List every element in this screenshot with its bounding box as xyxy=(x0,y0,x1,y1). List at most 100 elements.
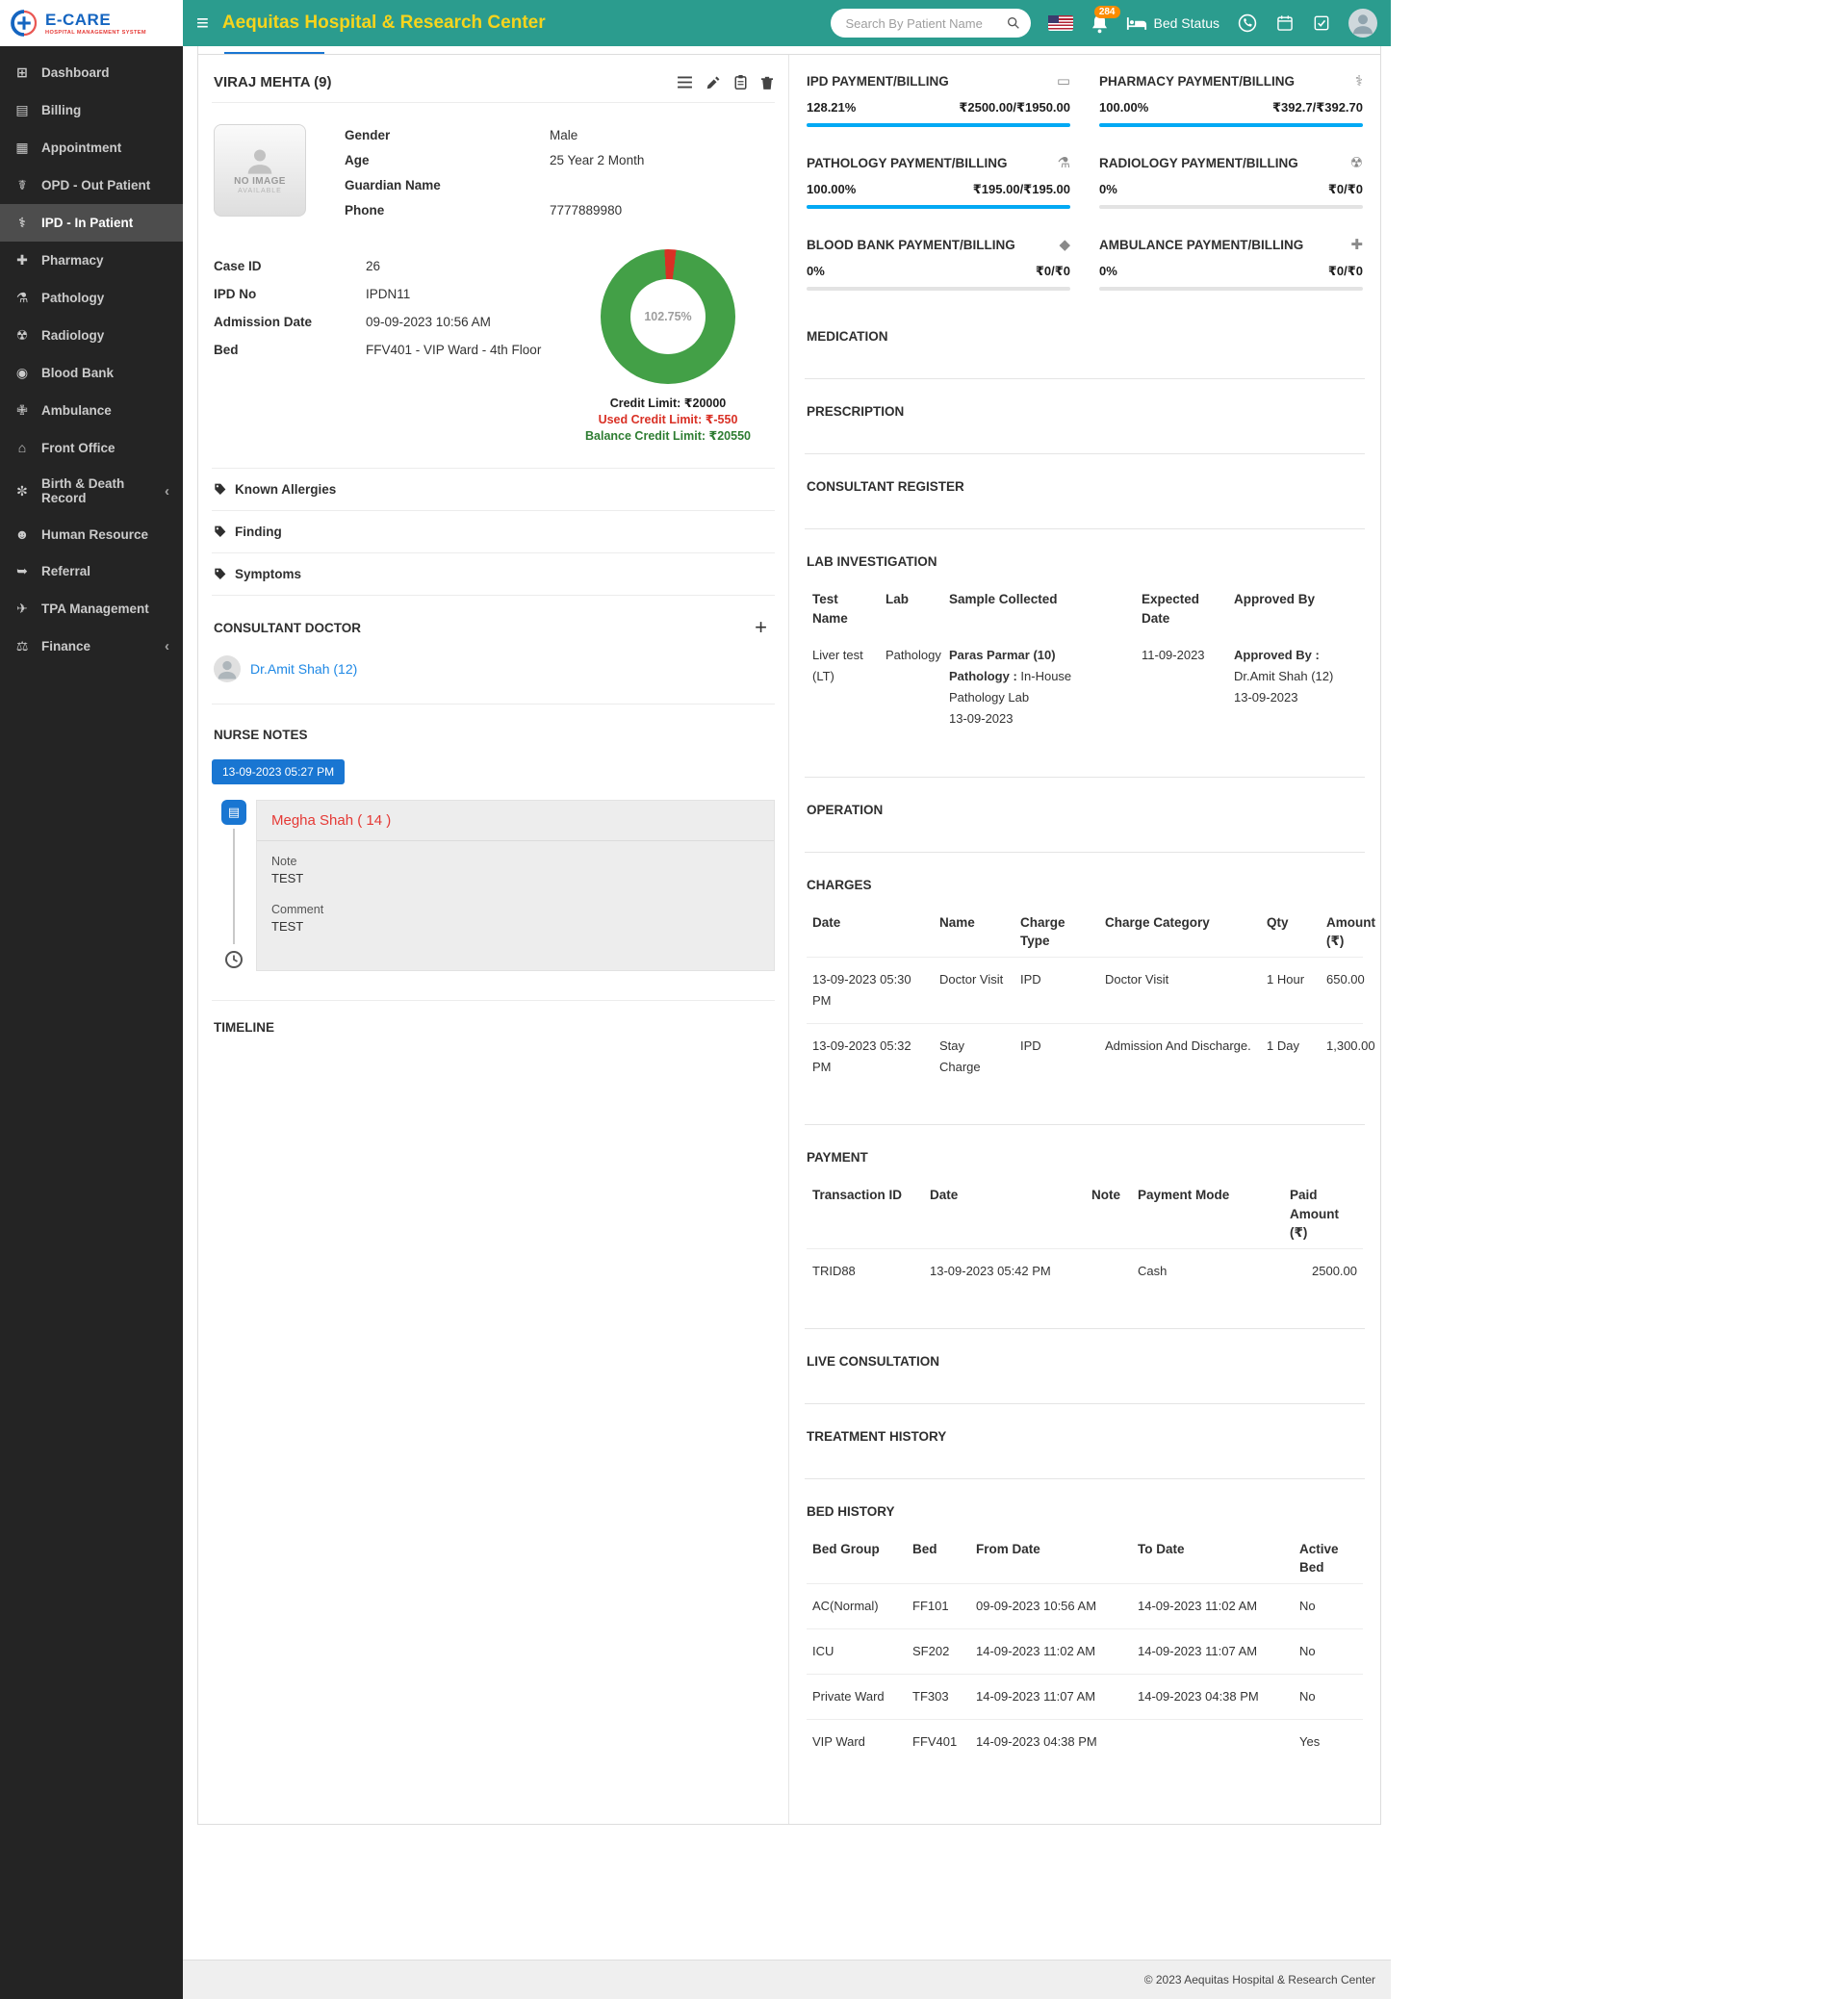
collapsible-section-label: Known Allergies xyxy=(235,482,336,497)
consultant-doctor-title: CONSULTANT DOCTOR xyxy=(214,621,361,635)
bed-history-row: AC(Normal)FF10109-09-2023 10:56 AM 14-09… xyxy=(807,1583,1363,1628)
sidebar-item[interactable]: ▦ Appointment xyxy=(0,129,183,167)
sidebar-item-label: Human Resource xyxy=(41,527,148,542)
sidebar-item-icon: ✼ xyxy=(13,483,31,500)
billing-card-icon: ☢ xyxy=(1350,154,1363,171)
sidebar-item[interactable]: ⌂ Front Office xyxy=(0,429,183,466)
tasks-check-icon[interactable] xyxy=(1312,13,1331,33)
sidebar-item[interactable]: ⚕ IPD - In Patient xyxy=(0,204,183,242)
add-consultant-button[interactable]: + xyxy=(749,617,773,638)
collapsible-section-row[interactable]: Known Allergies xyxy=(212,469,775,511)
sidebar-item[interactable]: ◉ Blood Bank xyxy=(0,354,183,392)
sidebar-item[interactable]: ➥ Referral xyxy=(0,552,183,590)
sidebar-item[interactable]: ☤ OPD - Out Patient xyxy=(0,167,183,204)
bed-history-table: Bed Group Bed From Date To Date Active B… xyxy=(807,1534,1363,1765)
section-medication: MEDICATION xyxy=(805,304,1365,379)
info-value xyxy=(550,178,773,192)
section-treatment-history: TREATMENT HISTORY xyxy=(805,1404,1365,1479)
collapsible-section-row[interactable]: Finding xyxy=(212,511,775,553)
sidebar-item-icon: ⚕ xyxy=(13,215,31,231)
billing-amount: ₹195.00/₹195.00 xyxy=(973,182,1070,197)
sidebar: E-CARE HOSPITAL MANAGEMENT SYSTEM ⊞ Dash… xyxy=(0,0,183,1999)
sidebar-item[interactable]: ✙ Ambulance xyxy=(0,392,183,429)
sidebar-item-icon: ▦ xyxy=(13,140,31,156)
top-header: ≡ Aequitas Hospital & Research Center 28… xyxy=(183,0,1391,46)
no-image-text: NO IMAGE xyxy=(234,176,286,187)
billing-percent: 0% xyxy=(1099,264,1117,279)
nurse-note-card: Megha Shah ( 14 ) Note TEST Comment TEST xyxy=(256,800,775,971)
case-value: IPDN11 xyxy=(366,287,563,301)
patient-menu-icon[interactable] xyxy=(678,76,692,89)
bed-status-button[interactable]: Bed Status xyxy=(1126,15,1220,31)
billing-card: AMBULANCE PAYMENT/BILLING ✚ 0% ₹0/₹0 xyxy=(1099,236,1363,291)
sidebar-item-label: Billing xyxy=(41,103,81,117)
chevron-collapse-icon: ‹ xyxy=(165,483,169,500)
sidebar-item-label: TPA Management xyxy=(41,602,149,616)
case-value: FFV401 - VIP Ward - 4th Floor xyxy=(366,343,563,357)
collapsible-section-row[interactable]: Symptoms xyxy=(212,553,775,596)
calendar-icon[interactable] xyxy=(1275,13,1295,33)
sidebar-item-label: IPD - In Patient xyxy=(41,216,133,230)
patient-name-title: VIRAJ MEHTA (9) xyxy=(214,74,332,90)
sidebar-item-icon: ⚖ xyxy=(13,638,31,654)
bed-icon xyxy=(1126,16,1147,31)
section-title-medication: MEDICATION xyxy=(807,329,1363,344)
case-detail-row: Admission Date 09-09-2023 10:56 AM xyxy=(214,315,563,329)
ecare-logo-icon xyxy=(10,9,38,38)
search-icon[interactable] xyxy=(1006,15,1021,31)
info-label: Age xyxy=(345,153,550,167)
bed-history-row: Private WardTF30314-09-2023 11:07 AM 14-… xyxy=(807,1675,1363,1720)
billing-card-title: BLOOD BANK PAYMENT/BILLING xyxy=(807,238,1015,252)
section-title-operation: OPERATION xyxy=(807,803,1363,817)
discharge-clipboard-icon[interactable] xyxy=(734,75,747,90)
delete-patient-icon[interactable] xyxy=(761,76,773,90)
collapsible-section-label: Symptoms xyxy=(235,567,301,581)
sidebar-item[interactable]: ▤ Billing xyxy=(0,91,183,129)
sidebar-item-label: Pathology xyxy=(41,291,104,305)
section-bed-history: BED HISTORY Bed Group Bed From Date To D… xyxy=(805,1479,1365,1800)
sidebar-item-label: Ambulance xyxy=(41,403,112,418)
billing-percent: 100.00% xyxy=(1099,100,1148,115)
balance-credit-text: Balance Credit Limit: ₹20550 xyxy=(563,428,773,445)
donut-ring: 102.75% xyxy=(601,249,735,384)
case-label: IPD No xyxy=(214,287,366,301)
sidebar-item-icon: ✈ xyxy=(13,601,31,617)
sidebar-item[interactable]: ✚ Pharmacy xyxy=(0,242,183,279)
sidebar-item-label: Blood Bank xyxy=(41,366,114,380)
sidebar-item-label: Appointment xyxy=(41,141,121,155)
section-title-payment: PAYMENT xyxy=(807,1150,1363,1165)
edit-patient-icon[interactable] xyxy=(706,76,720,90)
sidebar-item[interactable]: ⚖ Finance ‹ xyxy=(0,628,183,665)
sidebar-item[interactable]: ☢ Radiology xyxy=(0,317,183,354)
sidebar-item-icon: ✚ xyxy=(13,252,31,269)
info-label: Guardian Name xyxy=(345,178,550,192)
sidebar-item[interactable]: ☻ Human Resource xyxy=(0,516,183,552)
sidebar-item-label: Birth & Death Record xyxy=(41,476,154,505)
menu-toggle-icon[interactable]: ≡ xyxy=(196,13,209,34)
tag-icon xyxy=(214,525,226,538)
search-input[interactable] xyxy=(844,15,1006,32)
consultant-doctor-link[interactable]: Dr.Amit Shah (12) xyxy=(250,661,357,677)
sidebar-item[interactable]: ✈ TPA Management xyxy=(0,590,183,628)
case-detail-row: IPD No IPDN11 xyxy=(214,287,563,301)
donut-percent-label: 102.75% xyxy=(601,249,735,384)
user-avatar[interactable] xyxy=(1348,9,1377,38)
hospital-title: Aequitas Hospital & Research Center xyxy=(222,13,546,34)
logo[interactable]: E-CARE HOSPITAL MANAGEMENT SYSTEM xyxy=(0,0,183,46)
billing-amount: ₹0/₹0 xyxy=(1328,264,1363,279)
language-flag-icon[interactable] xyxy=(1048,15,1073,31)
sidebar-item[interactable]: ✼ Birth & Death Record ‹ xyxy=(0,466,183,516)
billing-percent: 128.21% xyxy=(807,100,856,115)
payment-table: Transaction ID Date Note Payment Mode Pa… xyxy=(807,1180,1363,1294)
case-value: 09-09-2023 10:56 AM xyxy=(366,315,563,329)
billing-progress-bar xyxy=(1099,287,1363,291)
notifications-button[interactable]: 284 xyxy=(1091,13,1109,34)
header-actions: 284 Bed Status xyxy=(831,9,1378,38)
billing-progress-bar xyxy=(1099,205,1363,209)
billing-card-icon: ◆ xyxy=(1059,236,1070,253)
whatsapp-icon[interactable] xyxy=(1237,13,1258,34)
sidebar-item[interactable]: ⊞ Dashboard xyxy=(0,54,183,91)
chevron-collapse-icon: ‹ xyxy=(165,638,169,654)
patient-info-grid: Gender Male Age 25 Year 2 Month xyxy=(345,124,773,228)
sidebar-item[interactable]: ⚗ Pathology xyxy=(0,279,183,317)
